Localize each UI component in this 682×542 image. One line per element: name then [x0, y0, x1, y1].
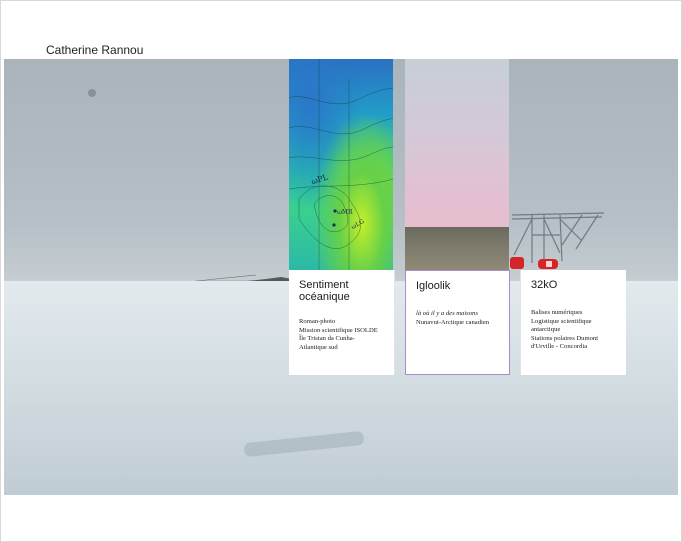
tundra-ground: [405, 227, 509, 270]
project-card-igloolik[interactable]: Igloolik là où il y a des maisons Nunavu…: [405, 270, 510, 375]
project-description-line: Logistique scientifique: [531, 317, 592, 325]
project-image-polar-station[interactable]: [510, 205, 606, 269]
project-card-sentiment-oceanique[interactable]: Sentiment océanique Roman-photo Mission …: [289, 270, 395, 375]
project-description-line: Roman-photo: [299, 318, 336, 325]
lens-speck: [88, 89, 96, 97]
project-description-line: Atlantique sud: [299, 343, 338, 351]
project-description-line: Nunavut-Arctique canadien: [416, 318, 490, 326]
project-description-line: Balises numériques: [531, 309, 583, 316]
project-description-line: Stations polaires Dumont: [531, 334, 599, 342]
project-title: Igloolik: [416, 280, 451, 292]
project-description-line: Mission scientifique ISOLDE: [299, 326, 378, 334]
project-subtitle: là où il y a des maisons: [416, 310, 478, 317]
map-label-2: ωMR: [337, 209, 353, 216]
site-title-link[interactable]: Catherine Rannou: [46, 43, 143, 57]
project-image-bathymetry-map[interactable]: ωPL ωMR ωLG: [289, 59, 393, 270]
project-title: Sentiment océanique: [299, 279, 350, 303]
project-image-arctic-sky[interactable]: [405, 59, 509, 270]
project-title: 32kO: [531, 279, 558, 291]
contour-lines: [289, 59, 393, 270]
project-description-line: d'Urville - Concordia: [531, 343, 588, 351]
project-card-32ko[interactable]: 32kO Balises numériques Logistique scien…: [520, 270, 626, 375]
project-description-line: Île Tristan da Cunha-: [299, 335, 355, 343]
project-description-line: antarctique: [531, 326, 561, 334]
